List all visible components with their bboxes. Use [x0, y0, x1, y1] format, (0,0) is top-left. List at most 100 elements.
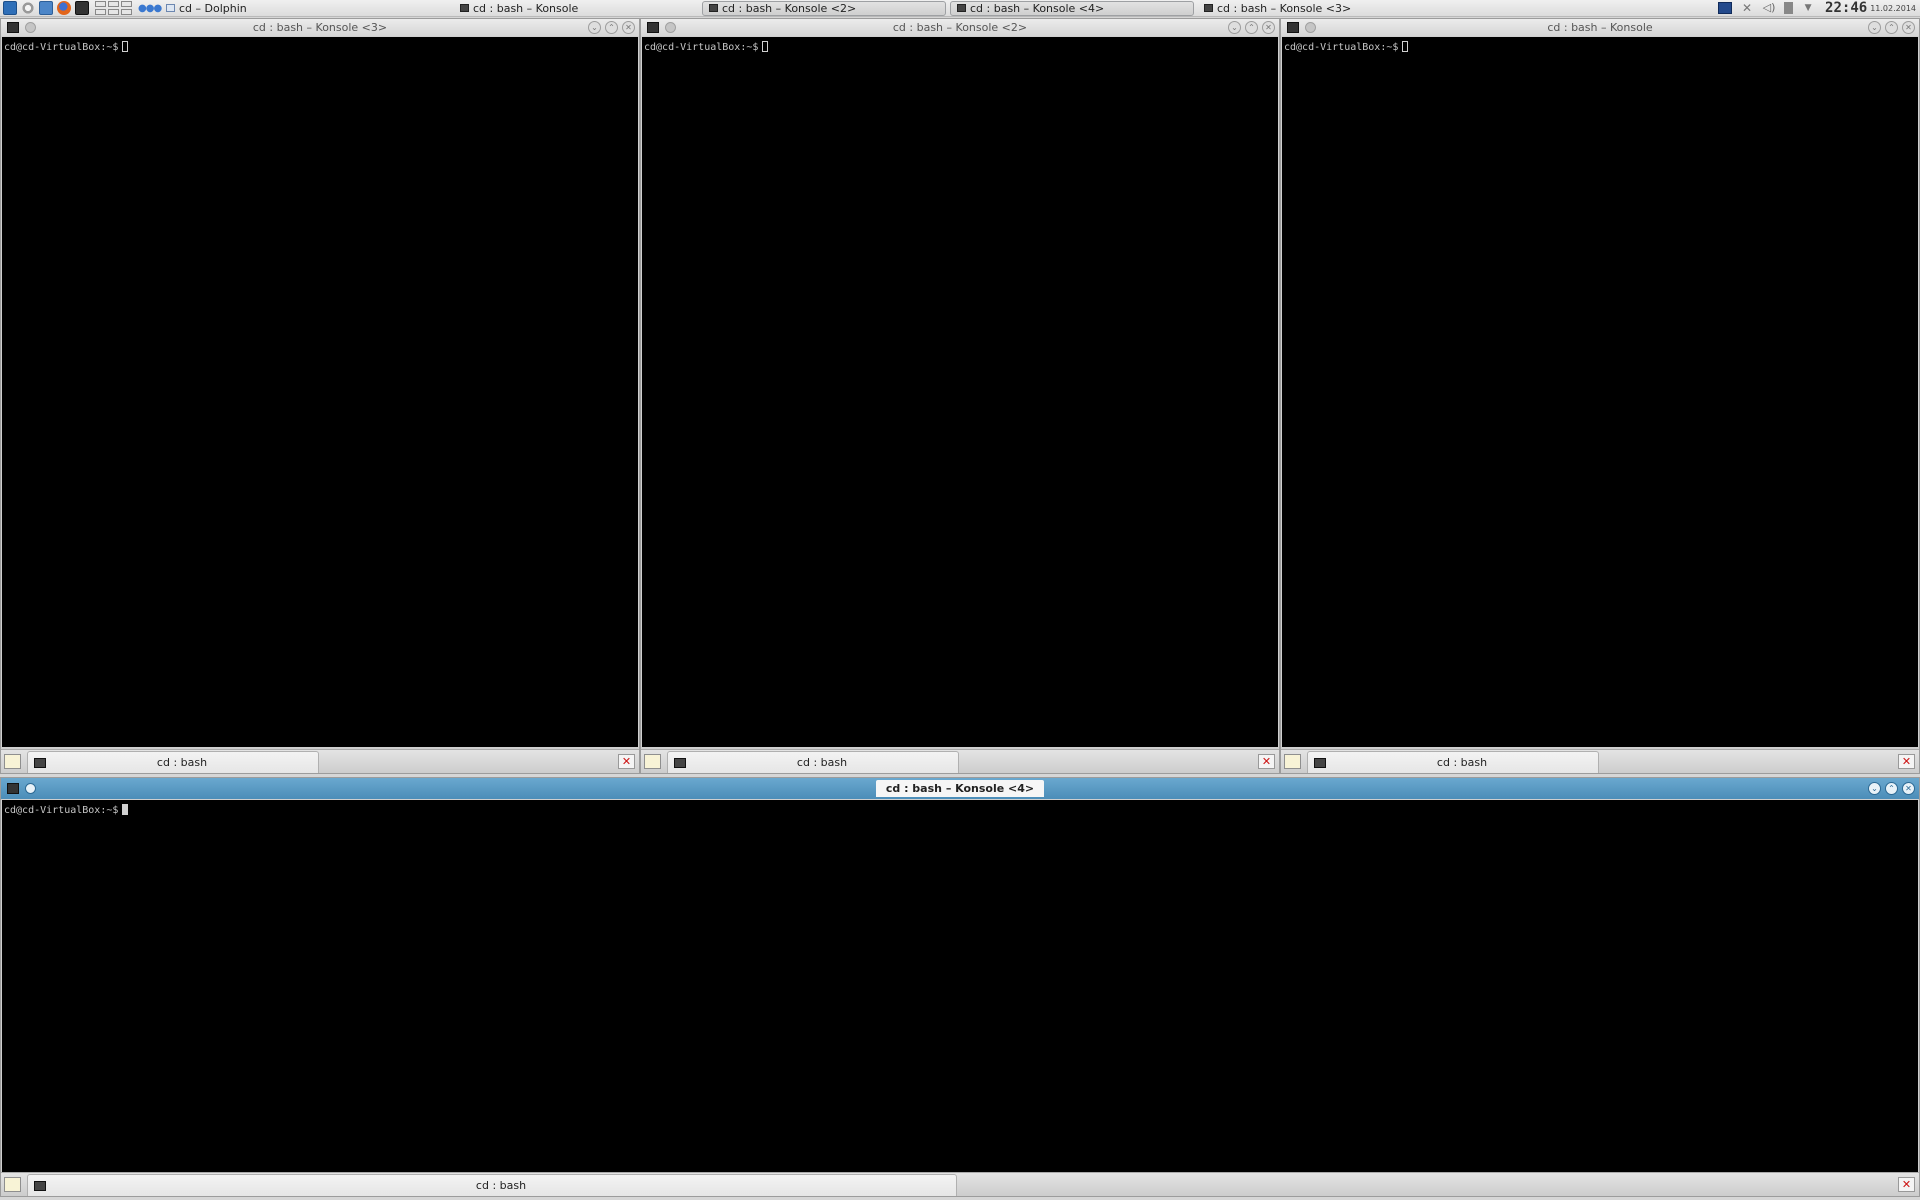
keyboard-layout-icon[interactable] [1718, 2, 1733, 14]
pin-button[interactable] [25, 783, 36, 794]
task-label: cd : bash – Konsole <3> [1217, 1, 1352, 15]
terminal-icon[interactable] [647, 22, 659, 33]
minimize-button[interactable]: ⌄ [588, 21, 601, 34]
terminal-output[interactable]: cd@cd-VirtualBox:~$ [2, 800, 1918, 1172]
session-tab[interactable]: cd : bash [27, 1174, 957, 1196]
terminal-icon[interactable] [7, 22, 19, 33]
firefox-icon[interactable] [57, 1, 71, 15]
shell-prompt: cd@cd-VirtualBox:~$ [4, 42, 119, 53]
tab-bar: cd : bash ✕ [1, 1172, 1919, 1196]
desktop-1[interactable] [95, 1, 106, 7]
window-title: cd : bash – Konsole <4> [1, 780, 1919, 797]
terminal-icon[interactable] [7, 783, 19, 794]
close-tab-button[interactable]: ✕ [618, 754, 635, 769]
maximize-button[interactable]: ⌃ [605, 21, 618, 34]
shell-prompt: cd@cd-VirtualBox:~$ [4, 805, 119, 816]
minimize-button[interactable]: ⌄ [1868, 782, 1881, 795]
virtual-desktop-pager[interactable] [95, 1, 132, 15]
task-label: cd : bash – Konsole <4> [970, 1, 1105, 15]
desktop-2[interactable] [95, 9, 106, 15]
activity-dots-icon[interactable]: ●●● [138, 3, 162, 14]
window-titlebar[interactable]: cd : bash – Konsole <3> ⌄ ⌃ ✕ [1, 19, 639, 36]
tab-bar: cd : bash ✕ [641, 749, 1279, 773]
konsole-window-4[interactable]: cd : bash – Konsole <4> ⌄ ⌃ ✕ cd@cd-Virt… [0, 777, 1920, 1197]
desktop-4[interactable] [108, 9, 119, 15]
clock[interactable]: 22:46 [1825, 0, 1867, 16]
x-tool-icon[interactable]: ✕ [1740, 2, 1754, 14]
desktop-3[interactable] [108, 1, 119, 7]
close-tab-button[interactable]: ✕ [1258, 754, 1275, 769]
task-label: cd : bash – Konsole [473, 1, 579, 15]
text-cursor [762, 41, 769, 52]
desktop-6[interactable] [121, 9, 132, 15]
konsole-window-2[interactable]: cd : bash – Konsole <2> ⌄ ⌃ ✕ cd@cd-Virt… [640, 18, 1280, 774]
text-cursor [1402, 41, 1409, 52]
task-label: cd : bash – Konsole <2> [722, 1, 857, 15]
minimize-button[interactable]: ⌄ [1868, 21, 1881, 34]
task-konsole-2[interactable]: cd : bash – Konsole <2> [702, 0, 946, 16]
terminal-icon [1204, 4, 1213, 12]
konsole-window-3[interactable]: cd : bash – Konsole <3> ⌄ ⌃ ✕ cd@cd-Virt… [0, 18, 640, 774]
window-titlebar[interactable]: cd : bash – Konsole <2> ⌄ ⌃ ✕ [641, 19, 1279, 36]
new-tab-button[interactable] [4, 754, 21, 769]
task-label: cd – Dolphin [179, 1, 247, 15]
launchers: ●●● [0, 1, 162, 15]
tab-bar: cd : bash ✕ [1, 749, 639, 773]
window-title: cd : bash – Konsole [1547, 21, 1653, 34]
maximize-button[interactable]: ⌃ [1885, 782, 1898, 795]
terminal-icon [1314, 757, 1326, 768]
system-tray: ✕ ◁) ▼ 22:46 11.02.2014 [1714, 0, 1920, 17]
session-tab[interactable]: cd : bash [27, 751, 319, 773]
terminal-output[interactable]: cd@cd-VirtualBox:~$ [642, 37, 1278, 747]
tab-bar: cd : bash ✕ [1281, 749, 1919, 773]
close-button[interactable]: ✕ [622, 21, 635, 34]
window-titlebar[interactable]: cd : bash – Konsole <4> ⌄ ⌃ ✕ [1, 778, 1919, 799]
close-tab-button[interactable]: ✕ [1898, 1177, 1915, 1192]
new-tab-button[interactable] [4, 1177, 21, 1192]
konsole-window-1[interactable]: cd : bash – Konsole ⌄ ⌃ ✕ cd@cd-VirtualB… [1280, 18, 1920, 774]
tray-expand-icon[interactable]: ▼ [1801, 2, 1815, 14]
minimize-button[interactable]: ⌄ [1228, 21, 1241, 34]
new-tab-button[interactable] [1284, 754, 1301, 769]
window-title: cd : bash – Konsole <3> [252, 21, 388, 34]
session-tab[interactable]: cd : bash [1307, 751, 1599, 773]
close-tab-button[interactable]: ✕ [1898, 754, 1915, 769]
battery-icon[interactable] [1784, 2, 1794, 14]
terminal-icon [34, 757, 46, 768]
terminal-icon [460, 4, 469, 12]
maximize-button[interactable]: ⌃ [1885, 21, 1898, 34]
window-titlebar[interactable]: cd : bash – Konsole ⌄ ⌃ ✕ [1281, 19, 1919, 36]
settings-icon[interactable] [21, 1, 35, 15]
session-tab[interactable]: cd : bash [667, 751, 959, 773]
new-tab-button[interactable] [644, 754, 661, 769]
task-dolphin[interactable]: cd – Dolphin [160, 1, 450, 16]
task-konsole-4[interactable]: cd : bash – Konsole <4> [950, 0, 1194, 16]
close-button[interactable]: ✕ [1262, 21, 1275, 34]
terminal-output[interactable]: cd@cd-VirtualBox:~$ [1282, 37, 1918, 747]
taskbar: ●●● cd – Dolphin cd : bash – Konsole cd … [0, 0, 1920, 17]
terminal-icon [957, 4, 966, 12]
terminal-icon [34, 1180, 46, 1191]
app-grid-icon[interactable] [39, 1, 53, 15]
pin-button[interactable] [1305, 22, 1316, 33]
kde-menu-icon[interactable] [3, 1, 17, 15]
shell-prompt: cd@cd-VirtualBox:~$ [644, 42, 759, 53]
task-konsole-3[interactable]: cd : bash – Konsole <3> [1198, 1, 1442, 16]
close-button[interactable]: ✕ [1902, 782, 1915, 795]
terminal-output[interactable]: cd@cd-VirtualBox:~$ [2, 37, 638, 747]
maximize-button[interactable]: ⌃ [1245, 21, 1258, 34]
folder-icon [166, 4, 175, 12]
terminal-icon[interactable] [1287, 22, 1299, 33]
task-konsole[interactable]: cd : bash – Konsole [454, 1, 698, 16]
close-button[interactable]: ✕ [1902, 21, 1915, 34]
pin-button[interactable] [25, 22, 36, 33]
shell-prompt: cd@cd-VirtualBox:~$ [1284, 42, 1399, 53]
terminal-icon [709, 4, 718, 12]
desktop-5[interactable] [121, 1, 132, 7]
pin-button[interactable] [665, 22, 676, 33]
terminal-launcher-icon[interactable] [75, 1, 89, 15]
text-cursor [122, 41, 129, 52]
date: 11.02.2014 [1870, 3, 1916, 13]
window-title: cd : bash – Konsole <2> [892, 21, 1028, 34]
volume-icon[interactable]: ◁) [1762, 2, 1776, 14]
